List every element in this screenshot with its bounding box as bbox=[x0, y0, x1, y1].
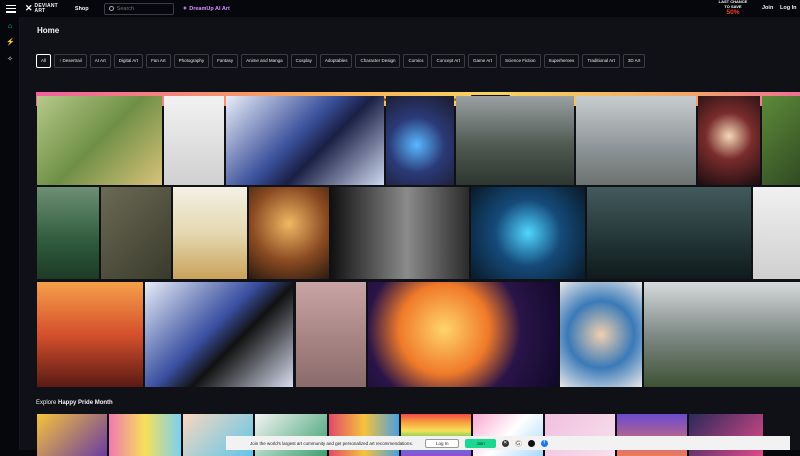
tag-digital-art[interactable]: Digital Art bbox=[113, 54, 144, 68]
apple-icon[interactable] bbox=[527, 439, 535, 447]
promo-line3: 50% bbox=[726, 9, 740, 16]
explore-prefix: Explore bbox=[36, 400, 57, 406]
promo-badge[interactable]: LAST CHANCE TO SAVE 50% bbox=[718, 0, 748, 17]
tag-cosplay[interactable]: Cosplay bbox=[290, 54, 317, 68]
tag-desertrail[interactable]: ↑ Desertrail bbox=[54, 54, 87, 68]
artwork-abstract-swirl[interactable] bbox=[368, 282, 558, 387]
tag-anime-and-manga[interactable]: Anime and Manga bbox=[241, 54, 288, 68]
signup-bar: Join the world's largest art community a… bbox=[226, 436, 790, 450]
tag-character-design[interactable]: Character Design bbox=[355, 54, 401, 68]
left-sidebar: ⌂ ⚡ ✧ bbox=[0, 17, 20, 450]
category-tags: All ↑ Desertrail AI Art Digital Art Fan Art P… bbox=[36, 54, 646, 68]
search-icon bbox=[108, 6, 114, 11]
home-icon[interactable]: ⌂ bbox=[6, 23, 14, 31]
artwork-foggy-field-photo[interactable] bbox=[576, 96, 696, 185]
logo-text-line2: ART bbox=[34, 7, 46, 14]
artwork-dark-landscape-painting[interactable] bbox=[456, 96, 574, 185]
join-link[interactable]: Join bbox=[762, 5, 773, 11]
artwork-sketch-sheet[interactable] bbox=[753, 187, 800, 279]
logo-mark-icon: ✕ bbox=[25, 3, 33, 13]
lightning-icon[interactable]: ⚡ bbox=[6, 39, 15, 47]
facebook-icon[interactable]: f bbox=[540, 439, 548, 447]
artwork-green-dress-photo[interactable] bbox=[37, 187, 99, 279]
artwork-glowing-portrait-photo[interactable] bbox=[386, 96, 454, 185]
signup-join-button[interactable]: Join bbox=[465, 438, 496, 448]
shop-link[interactable]: Shop bbox=[75, 6, 89, 12]
search-input[interactable] bbox=[116, 5, 172, 12]
top-navigation: ✕ DEVIANT ART Shop ✦ DreamUp AI Art bbox=[0, 0, 800, 17]
tag-all[interactable]: All bbox=[36, 54, 52, 68]
tag-science-fiction[interactable]: Science Fiction bbox=[500, 54, 541, 68]
explore-heading: Explore Happy Pride Month bbox=[36, 400, 113, 406]
artwork-watercolor-girl[interactable] bbox=[560, 282, 642, 387]
artwork-neon-aquarium-art[interactable] bbox=[471, 187, 585, 279]
artwork-comic-page[interactable] bbox=[173, 187, 247, 279]
google-icon[interactable]: G bbox=[514, 439, 522, 447]
artwork-fantasy-city-head[interactable] bbox=[249, 187, 329, 279]
artwork-green-nature-art[interactable] bbox=[762, 96, 800, 185]
tag-comics[interactable]: Comics bbox=[403, 54, 429, 68]
artwork-fantasy-forest-painting[interactable] bbox=[37, 96, 162, 185]
artwork-ink-dragon-art[interactable] bbox=[226, 96, 384, 185]
artwork-cherry-blossom-portrait[interactable] bbox=[296, 282, 366, 387]
sparkle-icon: ✦ bbox=[182, 5, 188, 12]
artwork-cat-sketch[interactable] bbox=[164, 96, 224, 185]
page-title: Home bbox=[37, 26, 60, 35]
login-link[interactable]: Log In bbox=[780, 5, 797, 11]
signup-text: Join the world's largest art community a… bbox=[250, 440, 413, 446]
dreamup-icon[interactable]: ✧ bbox=[6, 56, 14, 64]
tag-traditional-art[interactable]: Traditional Art bbox=[582, 54, 620, 68]
artwork-rainy-forest-path[interactable] bbox=[587, 187, 751, 279]
x-icon[interactable]: ✕ bbox=[501, 439, 509, 447]
tag-fantasy[interactable]: Fantasy bbox=[212, 54, 239, 68]
tag-3d-art[interactable]: 3D Art bbox=[622, 54, 646, 68]
artwork-unicorn-sunset[interactable] bbox=[37, 282, 143, 387]
tag-ai-art[interactable]: AI Art bbox=[89, 54, 111, 68]
artwork-misty-mountains[interactable] bbox=[644, 282, 800, 387]
dreamup-label: DreamUp AI Art bbox=[189, 5, 230, 12]
artwork-crystal-card-art[interactable] bbox=[145, 282, 293, 387]
signup-login-button[interactable]: Log In bbox=[424, 438, 460, 448]
artwork-moon-witch-art[interactable] bbox=[698, 96, 760, 185]
explore-topic[interactable]: Happy Pride Month bbox=[58, 400, 113, 406]
main-content: Home All ↑ Desertrail AI Art Digital Art Fan… bbox=[20, 17, 800, 456]
search-box[interactable] bbox=[103, 2, 174, 15]
tag-fan-art[interactable]: Fan Art bbox=[146, 54, 171, 68]
tag-adoptables[interactable]: Adoptables bbox=[319, 54, 353, 68]
artwork-bw-smoking-portrait[interactable] bbox=[331, 187, 469, 279]
tag-photography[interactable]: Photography bbox=[173, 54, 210, 68]
dreamup-link[interactable]: ✦ DreamUp AI Art bbox=[183, 6, 230, 12]
deviantart-logo[interactable]: ✕ DEVIANT ART bbox=[25, 3, 58, 14]
tag-superheroes[interactable]: Superheroes bbox=[543, 54, 580, 68]
tag-concept-art[interactable]: Concept Art bbox=[431, 54, 465, 68]
menu-icon[interactable] bbox=[6, 4, 16, 13]
artwork-warrior-painting[interactable] bbox=[101, 187, 171, 279]
tag-game-art[interactable]: Game Art bbox=[468, 54, 498, 68]
